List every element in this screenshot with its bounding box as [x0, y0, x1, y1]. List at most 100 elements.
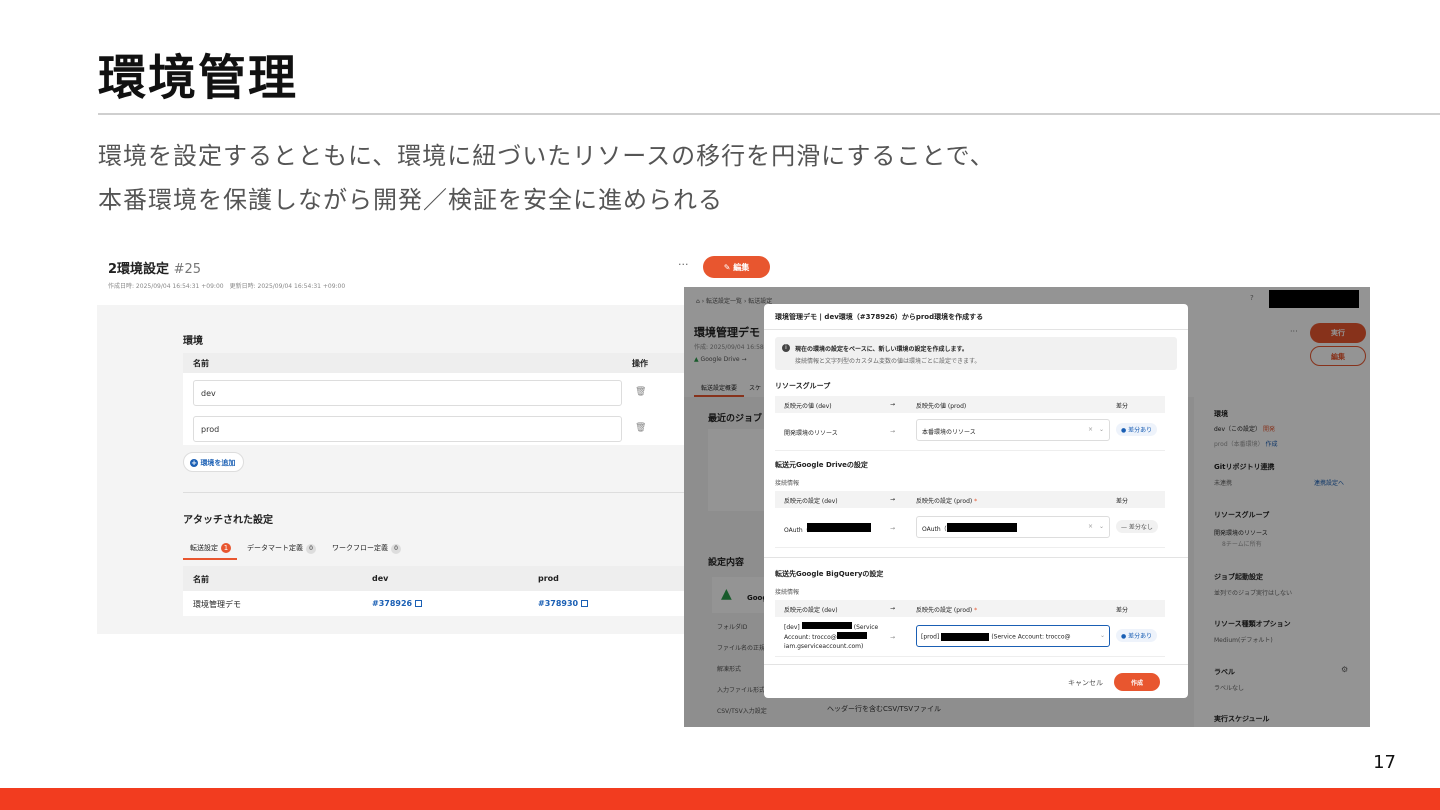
- diff-badge-no-label: 差分なし: [1128, 524, 1153, 531]
- attached-title: アタッチされた設定: [183, 515, 273, 526]
- bq-src-1: [dev]: [784, 624, 800, 631]
- close-icon[interactable]: ×: [1088, 523, 1093, 530]
- add-env-button[interactable]: + 環境を追加: [183, 452, 245, 472]
- arrow-right-icon: →: [890, 428, 896, 435]
- bq-src-3: Account: trocco@: [784, 634, 837, 641]
- bq-table-row: [dev] (Service Account: trocco@ iam.gserv…: [775, 617, 1165, 657]
- arrow-right-icon: →: [890, 525, 896, 532]
- redacted-bq-src-2: [836, 632, 867, 639]
- chevron-down-icon[interactable]: ⌄: [1099, 523, 1104, 530]
- attached-col-prod: prod: [538, 574, 559, 583]
- tab-workflow-label: ワークフロー定義: [332, 544, 388, 552]
- tab-transfer-count: 1: [221, 543, 231, 553]
- tab-datamart[interactable]: データマート定義 0: [247, 543, 316, 554]
- bq-h-dst: 反映先の設定 (prod) *: [916, 605, 977, 614]
- row-name: 環境管理デモ: [193, 600, 241, 609]
- rg-dst-value: 本番環境のリソース: [922, 429, 976, 436]
- create-env-modal: 環境管理デモ | dev環境（#378926）からprod環境を作成する i 現…: [764, 304, 1188, 698]
- gd-dst-select[interactable]: OAuth（ × ⌄: [916, 516, 1110, 538]
- gd-table-header: 反映元の設定 (dev) → 反映先の設定 (prod) * 差分: [775, 491, 1165, 508]
- diff-badge-yes: ● 差分あり: [1116, 629, 1158, 642]
- tab-workflow[interactable]: ワークフロー定義 0: [332, 543, 401, 554]
- add-env-label: 環境を追加: [200, 459, 236, 467]
- diff-badge-yes: ● 差分あり: [1116, 423, 1158, 436]
- rg-h-src: 反映元の値 (dev): [784, 403, 832, 410]
- more-menu[interactable]: ···: [678, 258, 689, 271]
- gd-table-row: OAuth（ → OAuth（ × ⌄ — 差分なし: [775, 508, 1165, 548]
- gd-src-value: OAuth（: [784, 527, 809, 534]
- attached-col-name: 名前: [193, 575, 209, 584]
- modal-title: 環境管理デモ | dev環境（#378926）からprod環境を作成する: [775, 313, 984, 321]
- env-input-prod[interactable]: prod: [193, 416, 622, 442]
- tab-transfer-label: 転送設定: [190, 544, 218, 552]
- bq-dst-select[interactable]: [prod] (Service Account: trocco@ ⌄: [916, 625, 1110, 647]
- create-button[interactable]: 作成: [1114, 673, 1160, 691]
- gd-h-diff: 差分: [1116, 498, 1129, 505]
- redacted-gd-src: [807, 523, 871, 532]
- info-line-1: 現在の環境の設定をベースに、新しい環境の設定を作成します。: [795, 346, 968, 353]
- subtitle-line-1: 環境を設定するとともに、環境に紐づいたリソースの移行を円滑にすることで、: [98, 142, 995, 170]
- external-link-icon: [581, 600, 589, 607]
- row-dev-link[interactable]: #378926: [372, 599, 423, 608]
- bq-src-2: (Service: [853, 624, 879, 631]
- info-box: i 現在の環境の設定をベースに、新しい環境の設定を作成します。 接続情報と文字列…: [775, 337, 1177, 370]
- edit-button-label: 編集: [733, 263, 750, 272]
- rg-section-title: リソースグループ: [775, 382, 831, 390]
- bq-h-diff: 差分: [1116, 607, 1129, 614]
- info-icon: i: [782, 344, 790, 352]
- attached-table-header: 名前 dev prod: [183, 566, 687, 591]
- environment-settings-screenshot: 2環境設定 #25 作成日時: 2025/09/04 16:54:31 +09:…: [97, 250, 687, 634]
- bottom-accent-bar: [0, 788, 1440, 810]
- trash-icon[interactable]: 🗑: [635, 387, 646, 397]
- bq-src-4: iam.gserviceaccount.com): [784, 643, 864, 650]
- bq-table-header: 反映元の設定 (dev) → 反映先の設定 (prod) * 差分: [775, 600, 1165, 617]
- rg-h-diff: 差分: [1116, 403, 1129, 410]
- diff-badge-yes-label: 差分あり: [1128, 427, 1153, 434]
- divider: [183, 492, 687, 493]
- external-link-icon: [415, 600, 423, 607]
- title-divider: [98, 113, 1440, 115]
- cancel-button[interactable]: キャンセル: [1068, 678, 1103, 688]
- env-setting-body: 環境 名前 操作 dev 🗑 prod 🗑 + 環境を追加 アタッチされた設定 …: [97, 305, 687, 634]
- env-col-name: 名前: [193, 359, 209, 368]
- divider: [764, 557, 1188, 558]
- env-col-op: 操作: [632, 359, 648, 368]
- env-table-body: dev 🗑 prod 🗑: [183, 373, 687, 445]
- arrow-right-icon: →: [890, 496, 896, 503]
- gd-conn-info: 接続情報: [775, 480, 800, 487]
- plus-circle-icon: +: [190, 459, 198, 467]
- bq-h-dst-label: 反映先の設定 (prod): [916, 607, 973, 614]
- page-number: 17: [1373, 752, 1396, 773]
- env-table-header: 名前 操作: [183, 353, 687, 373]
- edit-button[interactable]: ✎ 編集: [703, 256, 770, 278]
- trash-icon[interactable]: 🗑: [635, 423, 646, 433]
- env-setting-heading: 2環境設定 #25: [108, 258, 201, 277]
- chevron-down-icon[interactable]: ⌄: [1099, 426, 1104, 433]
- tab-datamart-label: データマート定義: [247, 544, 303, 552]
- info-line-2: 接続情報と文字列型のカスタム変数の値は環境ごとに設定できます。: [795, 358, 981, 365]
- chevron-down-icon[interactable]: ⌄: [1096, 632, 1105, 639]
- row-dev-text: #378926: [372, 599, 413, 608]
- row-prod-link[interactable]: #378930: [538, 599, 589, 608]
- redacted-bq-src: [801, 622, 852, 629]
- attached-col-dev: dev: [372, 574, 389, 583]
- required-mark: *: [974, 498, 978, 505]
- bq-dst-2: (Service Account: trocco@: [991, 633, 1071, 641]
- env-setting-title: 2環境設定: [108, 262, 170, 277]
- gd-h-dst-label: 反映先の設定 (prod): [916, 498, 973, 505]
- tab-datamart-count: 0: [306, 544, 316, 554]
- diff-badge-no: — 差分なし: [1116, 520, 1158, 533]
- tab-workflow-count: 0: [391, 544, 401, 554]
- rg-h-dst: 反映先の値 (prod): [916, 403, 967, 410]
- arrow-right-icon: →: [890, 605, 896, 612]
- bq-section-title: 転送先Google BigQueryの設定: [775, 570, 884, 578]
- rg-src-value: 開発環境のリソース: [784, 430, 838, 437]
- arrow-right-icon: →: [890, 401, 896, 408]
- bq-src-value: [dev] (Service Account: trocco@ iam.gserv…: [784, 622, 884, 651]
- rg-dst-select[interactable]: 本番環境のリソース × ⌄: [916, 419, 1110, 441]
- env-input-dev[interactable]: dev: [193, 380, 622, 406]
- table-row: 環境管理デモ #378926 #378930: [183, 591, 687, 616]
- close-icon[interactable]: ×: [1088, 426, 1093, 433]
- create-env-dialog-screenshot: ⌂ › 転送設定一覧 › 転送設定 ? 環境管理デモ 作成: 2025/09/0…: [684, 287, 1370, 727]
- required-mark: *: [974, 607, 978, 614]
